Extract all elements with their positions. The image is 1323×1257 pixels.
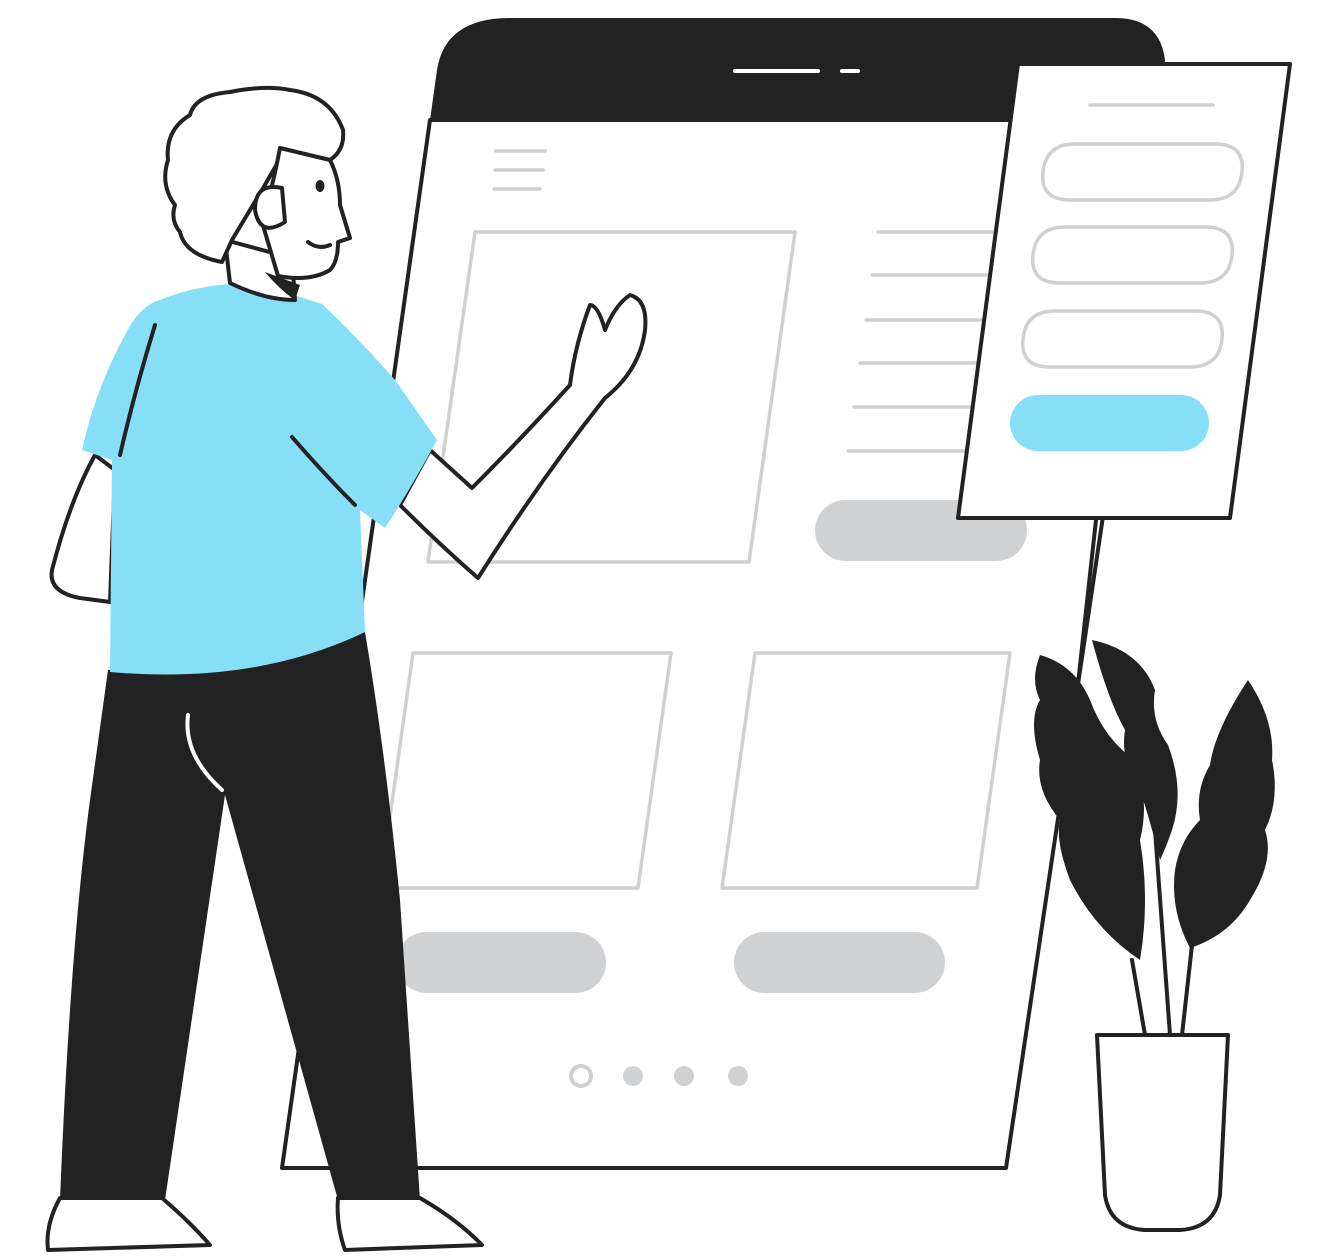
person-shoe-right (335, 1196, 484, 1252)
plant-pot (1095, 1033, 1230, 1232)
pagination-dot-active[interactable] (569, 1064, 593, 1088)
person-eye (315, 180, 325, 192)
pagination-dot[interactable] (728, 1066, 748, 1086)
plant-leaf-right (1174, 680, 1275, 948)
pagination-dot[interactable] (623, 1066, 643, 1086)
form-submit-button[interactable] (1010, 395, 1209, 451)
card-left-button[interactable] (396, 932, 606, 993)
person-trousers (60, 632, 420, 1200)
card-right-button[interactable] (734, 932, 945, 993)
person-back-arm (49, 453, 117, 604)
pagination-dot[interactable] (674, 1066, 694, 1086)
potted-plant (1034, 640, 1275, 1232)
person-shoe-left (45, 1196, 212, 1252)
person-ear (253, 185, 287, 230)
illustration-scene (45, 18, 1292, 1252)
